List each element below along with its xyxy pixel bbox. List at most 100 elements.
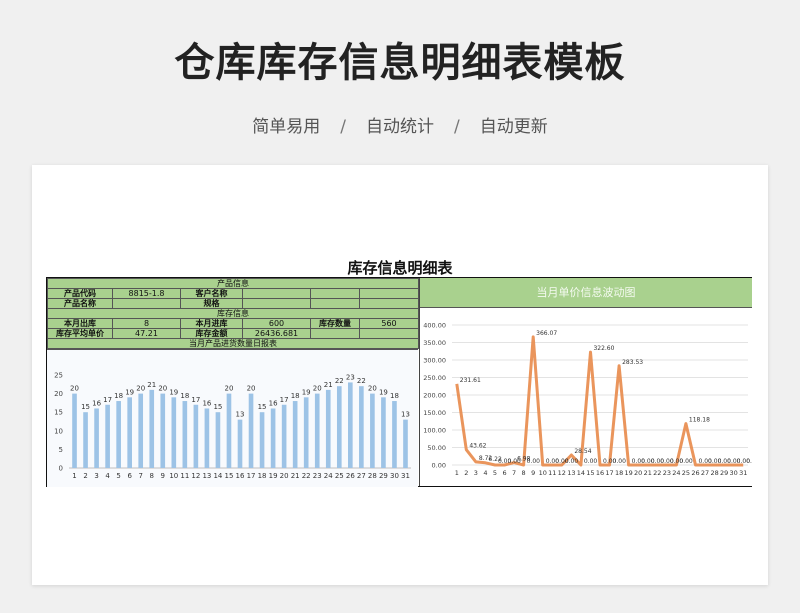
month-in-cell[interactable]: 600: [242, 318, 311, 329]
x-tick-label: 4: [105, 472, 110, 480]
bar: [270, 408, 276, 468]
bar-data-label: 20: [70, 385, 79, 393]
bar: [116, 401, 121, 468]
empty-cell[interactable]: [359, 298, 419, 309]
x-tick-label: 31: [739, 469, 747, 477]
empty-cell[interactable]: [310, 298, 360, 309]
x-tick-label: 5: [493, 469, 497, 477]
bar: [215, 412, 221, 468]
bar-data-label: 20: [158, 385, 167, 393]
month-out-cell[interactable]: 8: [112, 318, 181, 329]
bar-data-label: 22: [335, 377, 344, 385]
bar-data-label: 13: [236, 411, 245, 419]
customer-name-cell[interactable]: [242, 288, 311, 299]
bar-data-label: 18: [390, 392, 399, 400]
stock-qty-label: 库存数量: [310, 318, 360, 329]
point-data-label: 43.62: [469, 443, 486, 450]
bar-data-label: 19: [379, 388, 388, 396]
x-tick-label: 5: [116, 472, 120, 480]
x-tick-label: 17: [605, 469, 613, 477]
stock-qty-cell[interactable]: 560: [359, 318, 419, 329]
y-tick-label: 0: [59, 465, 63, 473]
tag-separator: /: [340, 117, 346, 137]
bar-data-label: 15: [213, 403, 222, 411]
empty-cell[interactable]: [310, 288, 360, 299]
point-data-label: 283.53: [622, 359, 643, 366]
price-panel: 当月单价信息波动图 0.00 50.00 100.00 150.00 200.00 250…: [419, 278, 752, 486]
sheet-title: 库存信息明细表: [347, 259, 453, 277]
x-tick-label: 13: [567, 469, 575, 477]
product-code-label: 产品代码: [47, 288, 113, 299]
bar: [160, 393, 166, 468]
empty-cell[interactable]: [359, 328, 419, 339]
x-tick-label: 8: [522, 469, 526, 477]
empty-cell[interactable]: [310, 328, 360, 339]
bar-data-label: 20: [313, 385, 322, 393]
point-data-label: 0.00: [613, 458, 627, 465]
product-code-cell[interactable]: 8815-1.8: [112, 288, 181, 299]
bar: [193, 404, 199, 468]
bar: [94, 408, 99, 468]
bar-data-label: 20: [225, 385, 234, 393]
bar: [403, 419, 408, 468]
month-out-label: 本月出库: [47, 318, 113, 329]
point-data-label: 0.00: [527, 458, 541, 465]
x-tick-label: 2: [83, 472, 87, 480]
bar: [226, 393, 232, 468]
bar-data-label: 13: [401, 411, 410, 419]
x-tick-label: 18: [615, 469, 623, 477]
x-tick-label: 10: [169, 472, 178, 480]
product-name-cell[interactable]: [112, 298, 181, 309]
tag-auto-update: 自动更新: [479, 117, 548, 137]
x-tick-label: 28: [710, 469, 718, 477]
stock-amount-cell[interactable]: 26436.681: [242, 328, 311, 339]
bar: [127, 397, 132, 468]
section-stock-header: 库存信息: [47, 308, 419, 319]
bar-chart-svg: 0510152025201152163174185196207218209191…: [54, 372, 411, 480]
bar: [182, 401, 188, 468]
point-data-label: 0.00: [746, 458, 752, 465]
bar-data-label: 16: [269, 399, 278, 407]
bar-data-label: 19: [302, 388, 311, 396]
spec-cell[interactable]: [242, 298, 311, 309]
bar-data-label: 18: [291, 392, 300, 400]
line-chart-svg: 0.0050.00100.00150.00200.00250.00300.003…: [423, 322, 752, 478]
bar: [325, 389, 331, 468]
bar-data-label: 17: [103, 396, 112, 404]
feature-tags: 简单易用 / 自动统计 / 自动更新: [0, 112, 800, 137]
bar-chart[interactable]: 0 5 10 15 20 25 20 1 15 2 16 3 17 4 18 5 19 6 20 7 21 8 20 9 19 1…: [47, 349, 418, 487]
price-series-line: [455, 335, 744, 467]
bar-data-label: 18: [114, 392, 123, 400]
point-data-label: 0.00: [679, 458, 693, 465]
bar: [83, 412, 88, 468]
bar-data-label: 17: [280, 396, 289, 404]
empty-cell[interactable]: [359, 288, 419, 299]
line-chart[interactable]: 0.00 50.00 100.00 150.00 200.00 250.00 300.00 3…: [420, 308, 752, 486]
info-panel: 产品信息 产品代码 8815-1.8 客户名称 产品名称 规格 库存信息 本月出…: [47, 278, 419, 487]
spreadsheet: 产品信息 产品代码 8815-1.8 客户名称 产品名称 规格 库存信息 本月出…: [46, 277, 752, 487]
x-tick-label: 12: [558, 469, 566, 477]
x-tick-label: 23: [313, 472, 322, 480]
y-tick-label: 5: [59, 446, 63, 454]
x-tick-label: 4: [483, 469, 487, 477]
y-tick-label: 250.00: [423, 374, 446, 382]
x-tick-label: 25: [682, 469, 690, 477]
stock-amount-label: 库存金额: [180, 328, 243, 339]
bar-data-label: 20: [136, 385, 145, 393]
x-tick-label: 15: [586, 469, 594, 477]
table-row: 库存信息: [47, 308, 419, 319]
y-tick-label: 15: [54, 409, 63, 417]
template-preview-card: 库存信息明细表 产品信息 产品代码 8815-1.8 客户名称 产品名称 规格 …: [32, 165, 768, 585]
bar-data-label: 16: [202, 399, 211, 407]
avg-price-cell[interactable]: 47.21: [112, 328, 181, 339]
x-tick-label: 8: [150, 472, 154, 480]
x-tick-label: 14: [213, 472, 222, 480]
y-tick-label: 20: [54, 390, 63, 398]
section-product-header: 产品信息: [47, 278, 419, 289]
point-data-label: 28.54: [574, 448, 591, 455]
bar: [138, 393, 144, 468]
point-data-label: 0.00: [565, 458, 579, 465]
x-tick-label: 10: [539, 469, 547, 477]
bar-data-label: 21: [324, 381, 333, 389]
x-tick-label: 3: [94, 472, 98, 480]
